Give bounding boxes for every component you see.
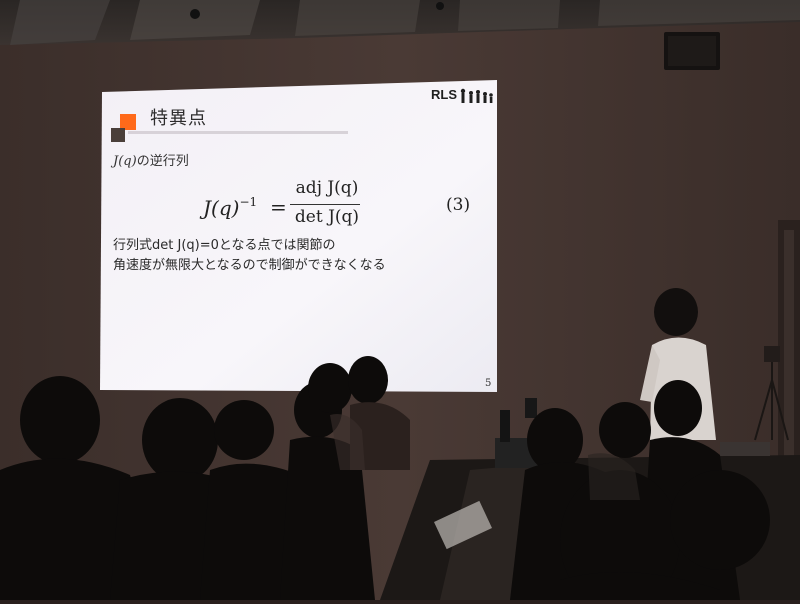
lecture-room-photo: 特異点 RLS J(q)の逆行列 J(q)−1 = adj J(q) det J… <box>0 0 800 604</box>
slide-title-underline <box>128 131 348 134</box>
ceiling-panel <box>458 0 560 31</box>
device <box>525 398 537 418</box>
camera <box>764 346 780 362</box>
ceiling-light <box>190 9 200 19</box>
ceiling-panel <box>10 0 110 45</box>
ceiling-panel <box>130 0 260 40</box>
ceiling-light <box>436 2 444 10</box>
equipment <box>720 442 770 456</box>
projector-screen <box>100 80 497 392</box>
slide-accent-orange <box>120 114 136 130</box>
slide-accent-dark <box>111 128 125 142</box>
microphone <box>500 410 510 442</box>
ceiling-panel <box>295 0 420 36</box>
room-background <box>0 0 800 604</box>
wall-speaker-grille <box>668 36 716 66</box>
